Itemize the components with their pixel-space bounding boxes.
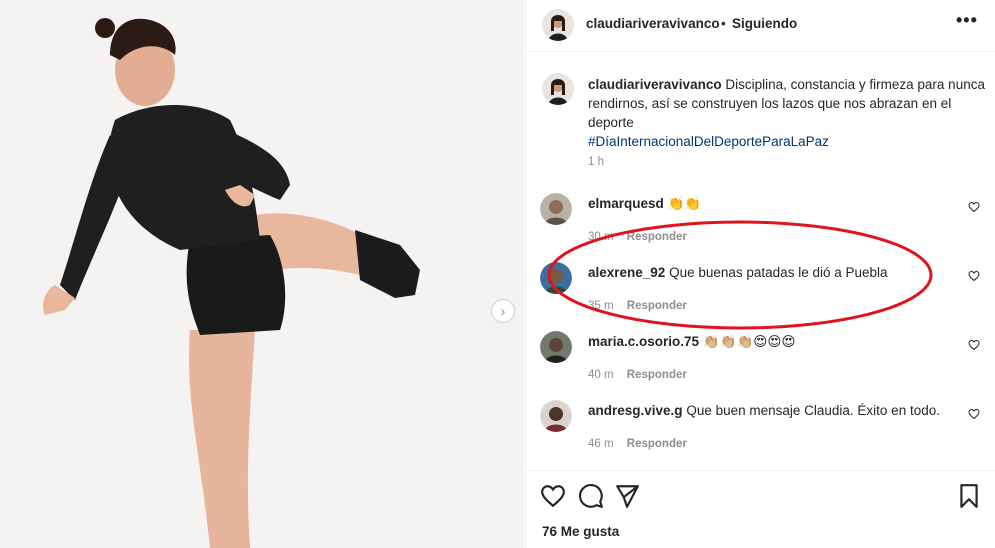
comment-text: alexrene_92 Que buenas patadas le dió a … <box>588 265 888 280</box>
comment-meta: 30 m Responder <box>588 231 687 243</box>
comment-body: Que buenas patadas le dió a Puebla <box>669 265 888 280</box>
caption-avatar[interactable] <box>542 73 574 105</box>
author-avatar[interactable] <box>542 9 574 41</box>
comment-item: maria.c.osorio.75 👏🏼👏🏼👏🏼😍😍😍 40 m Respond… <box>526 331 995 391</box>
like-comment-heart-icon[interactable] <box>968 201 980 213</box>
comment-time: 46 m <box>588 438 614 450</box>
separator-dot: • <box>721 16 726 31</box>
comment-time: 40 m <box>588 369 614 381</box>
commenter-avatar[interactable] <box>540 400 572 432</box>
caption-hashtag[interactable]: #DíaInternacionalDelDeporteParaLaPaz <box>588 134 829 149</box>
save-bookmark-icon[interactable] <box>956 483 982 509</box>
comment-time: 35 m <box>588 300 614 312</box>
comment-item: alexrene_92 Que buenas patadas le dió a … <box>526 262 995 322</box>
comment-meta: 40 m Responder <box>588 369 687 381</box>
comment-body: 👏🏼👏🏼👏🏼😍😍😍 <box>702 334 796 349</box>
comment-time: 30 m <box>588 231 614 243</box>
comment-username[interactable]: alexrene_92 <box>588 265 665 280</box>
more-options-icon[interactable]: ••• <box>956 10 978 31</box>
like-heart-icon[interactable] <box>540 483 566 509</box>
chevron-right-icon: › <box>500 303 506 319</box>
caption-text: claudiariveravivanco Disciplina, constan… <box>588 75 988 151</box>
commenter-avatar[interactable] <box>540 331 572 363</box>
post-actions-bar <box>526 483 995 513</box>
reply-button[interactable]: Responder <box>627 438 687 450</box>
comment-meta: 35 m Responder <box>588 300 687 312</box>
comment-item: andresg.vive.g Que buen mensaje Claudia.… <box>526 400 995 460</box>
post-header: claudiariveravivanco • Siguiendo ••• <box>526 0 995 52</box>
comment-text: maria.c.osorio.75 👏🏼👏🏼👏🏼😍😍😍 <box>588 334 795 350</box>
comment-item: elmarquesd 👏👏 30 m Responder <box>526 193 995 253</box>
caption-timestamp: 1 h <box>588 156 604 168</box>
like-comment-heart-icon[interactable] <box>968 408 980 420</box>
reply-button[interactable]: Responder <box>627 300 687 312</box>
comment-bubble-icon[interactable] <box>578 483 604 509</box>
commenter-avatar[interactable] <box>540 262 572 294</box>
caption-username[interactable]: claudiariveravivanco <box>588 77 722 92</box>
comment-username[interactable]: elmarquesd <box>588 196 664 211</box>
likes-count[interactable]: 76 Me gusta <box>542 524 619 539</box>
comment-username[interactable]: maria.c.osorio.75 <box>588 334 699 349</box>
next-image-button[interactable]: › <box>491 299 515 323</box>
comment-body: 👏👏 <box>667 196 702 211</box>
like-comment-heart-icon[interactable] <box>968 339 980 351</box>
commenter-avatar[interactable] <box>540 193 572 225</box>
reply-button[interactable]: Responder <box>627 231 687 243</box>
comment-body: Que buen mensaje Claudia. Éxito en todo. <box>686 403 940 418</box>
post-side-panel: claudiariveravivanco • Siguiendo ••• cla… <box>525 0 995 548</box>
share-direct-icon[interactable] <box>614 483 640 509</box>
author-username[interactable]: claudiariveravivanco <box>586 16 720 31</box>
following-button[interactable]: Siguiendo <box>732 16 797 31</box>
comment-text: elmarquesd 👏👏 <box>588 196 701 212</box>
reply-button[interactable]: Responder <box>627 369 687 381</box>
comment-text: andresg.vive.g Que buen mensaje Claudia.… <box>588 403 940 418</box>
comment-username[interactable]: andresg.vive.g <box>588 403 683 418</box>
comment-meta: 46 m Responder <box>588 438 687 450</box>
athlete-kick-illustration <box>0 0 524 548</box>
divider <box>526 470 995 471</box>
post-photo[interactable]: › <box>0 0 524 548</box>
like-comment-heart-icon[interactable] <box>968 270 980 282</box>
